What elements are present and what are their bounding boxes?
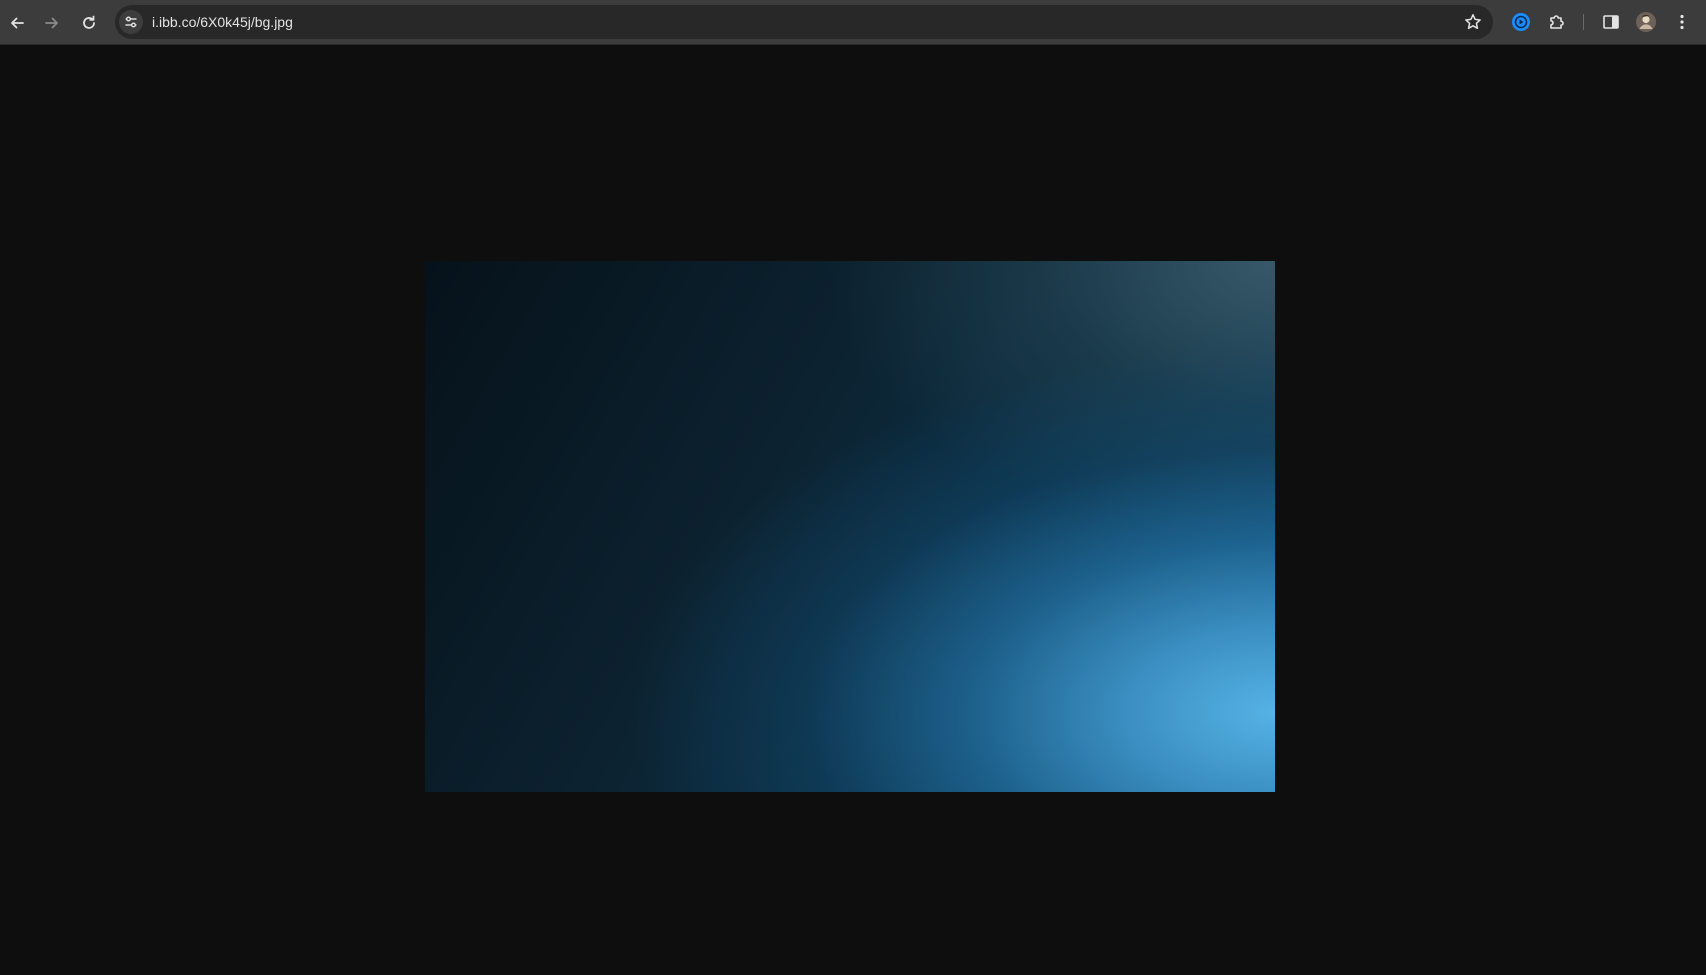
arrow-right-icon (45, 17, 58, 29)
media-extension-icon (1512, 13, 1530, 31)
side-panel-button[interactable] (1599, 10, 1623, 34)
site-info-button[interactable] (119, 10, 143, 34)
url-text[interactable]: i.ibb.co/6X0k45j/bg.jpg (152, 13, 293, 31)
reload-icon (83, 15, 95, 29)
media-extension-button[interactable] (1509, 10, 1533, 34)
arrow-left-icon (11, 17, 24, 29)
avatar (1636, 12, 1656, 32)
forward-button[interactable] (37, 8, 67, 38)
puzzle-icon (1550, 15, 1564, 29)
browser-menu-button[interactable] (1670, 10, 1694, 34)
kebab-menu-icon (1680, 14, 1684, 30)
back-button[interactable] (2, 8, 32, 38)
extensions-button[interactable] (1545, 10, 1569, 34)
reload-button[interactable] (74, 8, 104, 38)
toolbar-separator (1583, 14, 1584, 30)
tune-icon (125, 16, 137, 28)
profile-button[interactable] (1634, 10, 1658, 34)
displayed-image[interactable] (425, 261, 1275, 792)
address-bar[interactable]: i.ibb.co/6X0k45j/bg.jpg (115, 5, 1493, 39)
browser-toolbar: i.ibb.co/6X0k45j/bg.jpg (0, 0, 1706, 45)
page-viewport (0, 45, 1706, 975)
side-panel-icon (1603, 15, 1619, 29)
bookmark-button[interactable] (1462, 11, 1484, 33)
star-icon (1465, 14, 1481, 30)
